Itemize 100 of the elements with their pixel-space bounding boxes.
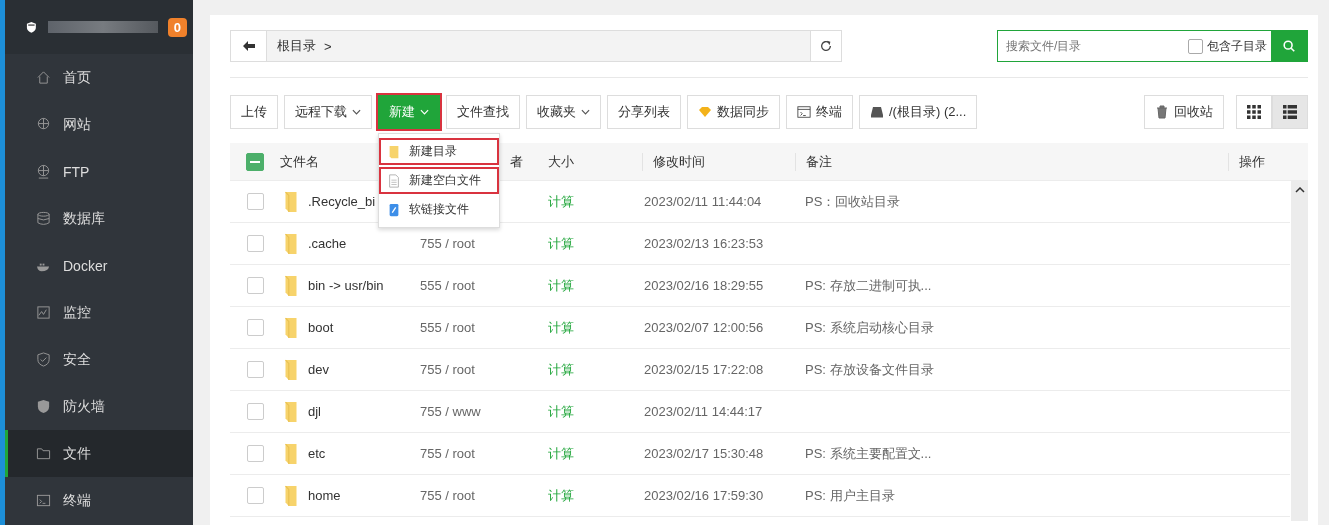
database-icon (36, 211, 51, 226)
sidebar-item[interactable]: 防火墙 (5, 383, 193, 430)
recycle-bin-button[interactable]: 回收站 (1144, 95, 1224, 129)
row-checkbox[interactable] (246, 193, 264, 210)
toolbar-button[interactable]: 数据同步 (687, 95, 780, 129)
note-cell[interactable]: PS: 存放二进制可执... (805, 277, 932, 293)
document-icon (387, 173, 401, 188)
chart-icon (36, 305, 51, 320)
search-button[interactable] (1271, 31, 1307, 61)
link-file-icon (387, 202, 401, 217)
column-header: 备注 (795, 152, 832, 171)
toolbar-button[interactable]: 远程下载 (284, 95, 372, 129)
note-cell[interactable]: PS: 用户主目录 (805, 487, 895, 503)
modified-time-cell: 2023/02/17 15:30:48 (644, 446, 764, 461)
column-header: 操作 (1228, 152, 1265, 171)
permission-cell[interactable]: 755 / www (420, 404, 481, 419)
folder-icon (387, 144, 401, 159)
terminal-icon (797, 105, 811, 119)
folder-icon (284, 190, 298, 213)
row-checkbox[interactable] (246, 487, 264, 504)
permission-cell[interactable]: 755 / root (420, 488, 475, 503)
sidebar-item[interactable]: 终端 (5, 477, 193, 524)
include-subdirs-checkbox[interactable]: 包含子目录 (1188, 31, 1271, 61)
file-name[interactable]: home (308, 488, 341, 503)
home-icon (36, 70, 51, 85)
select-all-checkbox[interactable] (246, 152, 264, 171)
sidebar-item[interactable]: 首页 (5, 54, 193, 101)
row-checkbox[interactable] (246, 445, 264, 462)
sidebar-item[interactable]: FTP (5, 148, 193, 195)
terminal-icon (36, 493, 51, 508)
file-name[interactable]: .cache (308, 236, 347, 251)
file-name[interactable]: bin -> usr/bin (308, 278, 384, 293)
note-cell[interactable]: PS: 存放设备文件目录 (805, 361, 934, 377)
toolbar-button[interactable]: 收藏夹 (526, 95, 601, 129)
permission-cell[interactable]: 555 / root (420, 278, 475, 293)
file-name[interactable]: .Recycle_bi (308, 194, 376, 209)
trash-icon (1155, 105, 1169, 119)
modified-time-cell: 2023/02/11 11:44:04 (644, 194, 762, 209)
grid-view-button[interactable] (1236, 95, 1272, 129)
list-icon (1283, 105, 1297, 119)
permission-cell[interactable]: 755 / root (420, 362, 475, 377)
folder-icon (284, 358, 298, 381)
search-field[interactable]: 搜索文件/目录 包含子目录 (997, 30, 1308, 62)
sidebar-item[interactable]: 数据库 (5, 195, 193, 242)
modified-time-cell: 2023/02/07 12:00:56 (644, 320, 764, 335)
menu-item[interactable]: 软链接文件 (379, 196, 499, 223)
shield-icon (36, 352, 51, 367)
folder-icon (36, 446, 51, 461)
modified-time-cell: 2023/02/16 18:29:55 (644, 278, 764, 293)
menu-item[interactable]: 新建空白文件 (379, 167, 499, 194)
shield-icon (36, 399, 51, 414)
row-checkbox[interactable] (246, 403, 264, 420)
folder-icon (284, 316, 298, 339)
drive-icon (870, 105, 884, 119)
toolbar-button[interactable]: /(根目录) (2... (859, 95, 978, 129)
column-header: 者 (509, 152, 523, 171)
file-name[interactable]: dev (308, 362, 329, 377)
modified-time-cell: 2023/02/13 16:23:53 (644, 236, 764, 251)
permission-cell[interactable]: 755 / root (420, 236, 475, 251)
toolbar-button[interactable]: 上传 (230, 95, 278, 129)
globe-stand-icon (36, 164, 51, 179)
toolbar-button[interactable]: 文件查找 (446, 95, 520, 129)
sidebar-item[interactable]: Docker (5, 242, 193, 289)
folder-icon (284, 232, 298, 255)
toolbar-button[interactable]: 终端 (786, 95, 853, 129)
list-view-button[interactable] (1272, 95, 1308, 129)
toolbar-button[interactable]: 分享列表 (607, 95, 681, 129)
scrollbar[interactable] (1291, 181, 1308, 521)
row-checkbox[interactable] (246, 277, 264, 294)
column-header: 修改时间 (642, 152, 705, 171)
menu-item[interactable]: 新建目录 (379, 138, 499, 165)
note-cell[interactable]: PS: 系统启动核心目录 (805, 319, 934, 335)
grid-icon (1247, 105, 1261, 119)
search-icon (1282, 39, 1296, 53)
permission-cell[interactable]: 555 / root (420, 320, 475, 335)
sidebar-item[interactable]: 文件 (5, 430, 193, 477)
row-checkbox[interactable] (246, 319, 264, 336)
sidebar-item[interactable]: 监控 (5, 289, 193, 336)
sidebar-item[interactable]: 安全 (5, 336, 193, 383)
diamond-icon (698, 105, 712, 119)
permission-cell[interactable]: 755 / root (420, 446, 475, 461)
note-cell[interactable]: PS: 系统主要配置文... (805, 445, 932, 461)
chevron-icon (352, 109, 361, 115)
file-name[interactable]: boot (308, 320, 334, 335)
column-header: 文件名 (280, 152, 319, 171)
globe-icon (36, 117, 51, 132)
note-cell[interactable]: PS：回收站目录 (805, 193, 901, 209)
folder-icon (284, 274, 298, 297)
sidebar-item[interactable]: 网站 (5, 101, 193, 148)
file-name[interactable]: djl (308, 404, 321, 419)
folder-icon (284, 484, 298, 507)
column-header: 大小 (548, 152, 574, 171)
folder-icon (284, 442, 298, 465)
modified-time-cell: 2023/02/15 17:22:08 (644, 362, 764, 377)
modified-time-cell: 2023/02/16 17:59:30 (644, 488, 764, 503)
scroll-up-icon[interactable] (1294, 187, 1305, 193)
chevron-icon (581, 109, 590, 115)
row-checkbox[interactable] (246, 361, 264, 378)
file-name[interactable]: etc (308, 446, 326, 461)
row-checkbox[interactable] (246, 235, 264, 252)
